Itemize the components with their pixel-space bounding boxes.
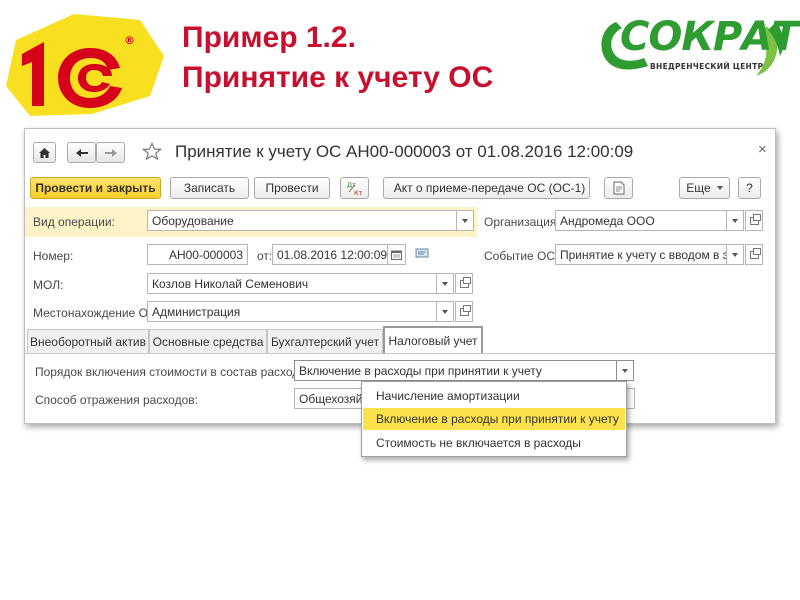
chevron-down-icon <box>732 218 738 223</box>
slide-title: Пример 1.2. Принятие к учету ОС <box>182 18 493 98</box>
save-button[interactable]: Записать <box>170 177 249 199</box>
number-field[interactable]: АН00-000003 <box>147 244 248 265</box>
dt-kt-button[interactable]: Дт Кт <box>340 177 369 199</box>
calendar-button[interactable] <box>388 244 406 265</box>
operation-label: Вид операции: <box>33 215 115 229</box>
tab-tax-accounting[interactable]: Налоговый учет <box>383 326 483 354</box>
sokrat-logo-name: СОКРАТ <box>620 14 799 60</box>
slide-title-line2: Принятие к учету ОС <box>182 61 494 94</box>
chevron-down-icon <box>716 186 723 190</box>
event-label: Событие ОС: <box>484 249 559 263</box>
expense-order-dropdown-list: Начисление амортизации Включение в расхо… <box>361 381 627 457</box>
more-button[interactable]: Еще <box>679 177 730 199</box>
chevron-down-icon <box>622 368 628 373</box>
chevron-down-icon <box>462 218 468 223</box>
chevron-down-icon <box>442 281 448 286</box>
org-dropdown-button[interactable] <box>727 210 744 231</box>
open-icon <box>749 213 761 225</box>
1c-logo: ® <box>6 14 164 116</box>
open-icon <box>459 304 471 316</box>
mol-open-button[interactable] <box>455 273 473 294</box>
act-os1-print-button[interactable]: Акт о приеме-передаче ОС (ОС-1) <box>383 177 590 199</box>
expense-method-field[interactable]: Общехозяйст <box>294 388 364 409</box>
expense-order-field[interactable]: Включение в расходы при принятии к учету <box>294 360 617 381</box>
expense-order-dropdown-button[interactable] <box>617 360 634 381</box>
comment-icon[interactable] <box>415 248 429 259</box>
window-title: Принятие к учету ОС АН00-000003 от 01.08… <box>175 142 634 161</box>
tab-accounting[interactable]: Бухгалтерский учет <box>267 329 383 353</box>
document-report-icon <box>613 181 624 195</box>
post-and-close-button[interactable]: Провести и закрыть <box>30 177 161 199</box>
event-open-button[interactable] <box>745 244 763 265</box>
svg-text:®: ® <box>124 34 135 47</box>
dropdown-option-depreciation[interactable]: Начисление амортизации <box>363 385 625 407</box>
tab-fixed-asset[interactable]: Внеоборотный актив <box>27 329 149 353</box>
tab-fixed-assets-main[interactable]: Основные средства <box>149 329 267 353</box>
expense-method-label: Способ отражения расходов: <box>35 393 198 407</box>
dropdown-option-expense-on-acceptance[interactable]: Включение в расходы при принятии к учету <box>363 408 625 430</box>
help-button[interactable]: ? <box>738 177 761 199</box>
home-button[interactable] <box>33 142 56 163</box>
location-dropdown-button[interactable] <box>437 301 454 322</box>
close-icon[interactable]: × <box>758 141 767 158</box>
arrow-left-icon <box>75 148 88 157</box>
sokrat-logo-subtitle: ВНЕДРЕНЧЕСКИЙ ЦЕНТР <box>650 62 764 71</box>
open-icon <box>749 247 761 259</box>
expense-order-label: Порядок включения стоимости в состав рас… <box>35 365 316 379</box>
dt-kt-icon: Дт Кт <box>347 181 363 196</box>
event-dropdown-button[interactable] <box>727 244 744 265</box>
chevron-down-icon <box>442 309 448 314</box>
home-icon <box>39 147 50 158</box>
mol-label: МОЛ: <box>33 278 64 292</box>
location-open-button[interactable] <box>455 301 473 322</box>
back-button[interactable] <box>67 142 96 163</box>
mol-dropdown-button[interactable] <box>437 273 454 294</box>
document-window: Принятие к учету ОС АН00-000003 от 01.08… <box>24 128 776 424</box>
act-os1-label: Акт о приеме-передаче ОС (ОС-1) <box>393 181 586 195</box>
slide-title-line1: Пример 1.2. <box>182 21 356 54</box>
date-label: от: <box>257 249 273 263</box>
chevron-down-icon <box>732 252 738 257</box>
tab-divider <box>25 353 775 354</box>
event-field[interactable]: Принятие к учету с вводом в экс <box>555 244 727 265</box>
operation-field[interactable]: Оборудование <box>147 210 457 231</box>
dropdown-option-not-included[interactable]: Стоимость не включается в расходы <box>363 432 625 454</box>
org-label: Организация: <box>484 215 560 229</box>
operation-dropdown-button[interactable] <box>457 210 474 231</box>
open-icon <box>459 276 471 288</box>
svg-text:Кт: Кт <box>354 189 363 196</box>
post-button[interactable]: Провести <box>254 177 330 199</box>
date-field[interactable]: 01.08.2016 12:00:09 <box>272 244 388 265</box>
report-button[interactable] <box>604 177 633 199</box>
mol-field[interactable]: Козлов Николай Семенович <box>147 273 437 294</box>
star-icon[interactable] <box>142 142 162 161</box>
org-open-button[interactable] <box>745 210 763 231</box>
forward-button[interactable] <box>96 142 125 163</box>
location-label: Местонахождение ОС: <box>33 306 160 320</box>
number-label: Номер: <box>33 249 74 263</box>
location-field[interactable]: Администрация <box>147 301 437 322</box>
arrow-right-icon <box>104 148 117 157</box>
org-field[interactable]: Андромеда ООО <box>555 210 727 231</box>
more-label: Еще <box>686 181 711 195</box>
calendar-icon <box>391 250 402 260</box>
